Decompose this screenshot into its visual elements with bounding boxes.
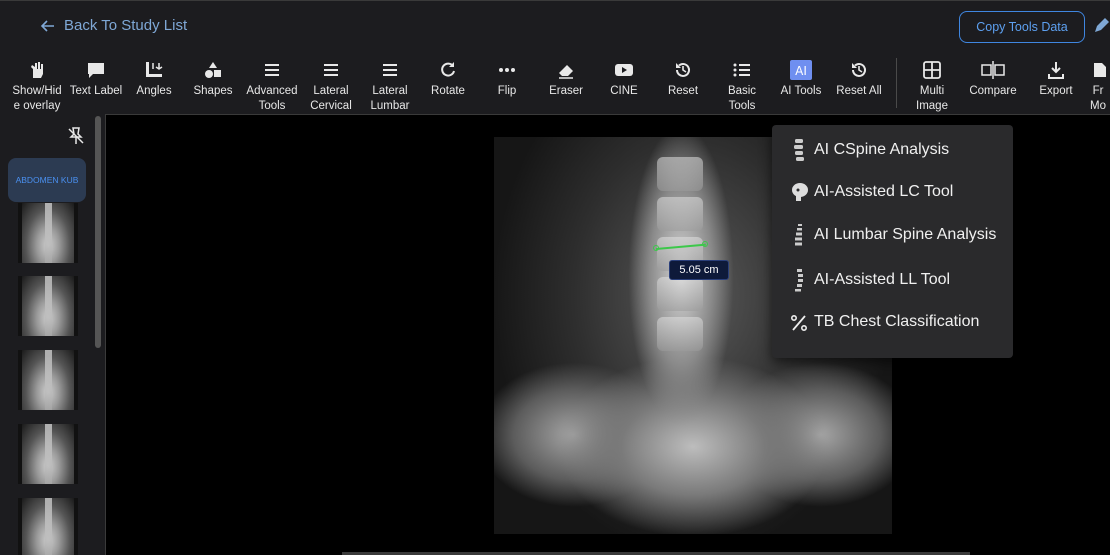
- tool-frame-mode[interactable]: Fr Mo: [1090, 52, 1110, 114]
- back-to-study-list-link[interactable]: Back To Study List: [40, 17, 187, 34]
- tool-label: Lateral Cervical: [310, 85, 352, 112]
- tool-label: Angles: [136, 85, 172, 97]
- grid-icon: [923, 61, 941, 79]
- menu-item-label: AI CSpine Analysis: [814, 141, 950, 158]
- tool-eraser[interactable]: Eraser: [540, 52, 592, 114]
- shapes-icon: [205, 62, 221, 78]
- menu-item-ai-lumbar-spine-analysis[interactable]: AI Lumbar Spine Analysis: [772, 217, 1013, 253]
- series-sidebar: ABDOMEN KUB: [0, 114, 105, 555]
- svg-text:AI: AI: [795, 64, 807, 78]
- thumbnail[interactable]: [18, 498, 78, 555]
- percent-icon: [790, 315, 808, 332]
- tool-ai-tools[interactable]: AI AI Tools: [774, 52, 828, 114]
- menu-item-label: AI Lumbar Spine Analysis: [814, 226, 997, 243]
- ai-tools-menu: AI CSpine Analysis AI-Assisted LC Tool A…: [772, 125, 1013, 358]
- tool-reset[interactable]: Reset: [658, 52, 708, 114]
- history-icon: [676, 62, 690, 77]
- tool-label: Basic Tools: [727, 85, 757, 112]
- menu-item-ai-assisted-ll-tool[interactable]: AI-Assisted LL Tool: [772, 262, 1013, 298]
- menu-item-tb-chest-classification[interactable]: TB Chest Classification: [772, 304, 1013, 340]
- cervical-spine-icon: [794, 139, 804, 161]
- rotate-icon: [441, 62, 455, 77]
- tool-label: CINE: [610, 85, 638, 97]
- measurement-handle[interactable]: [702, 241, 708, 247]
- tool-advanced-tools[interactable]: Advanced Tools: [242, 52, 302, 114]
- download-icon: [1048, 62, 1064, 79]
- list-icon: [733, 63, 750, 77]
- skull-icon: [792, 183, 808, 201]
- lumbar-spine-icon: [795, 224, 802, 246]
- menu-item-ai-cspine-analysis[interactable]: AI CSpine Analysis: [772, 132, 1013, 168]
- unpin-icon[interactable]: [66, 126, 86, 146]
- top-bar: Back To Study List Copy Tools Data: [0, 0, 1110, 52]
- tool-lateral-lumbar[interactable]: Lateral Lumbar: [362, 52, 418, 114]
- tool-label: Flip: [497, 85, 517, 97]
- tool-label: Show/Hid e overlay: [12, 85, 62, 112]
- compare-icon: [981, 61, 1005, 79]
- tool-flip[interactable]: Flip: [482, 52, 532, 114]
- copy-tools-data-button[interactable]: Copy Tools Data: [959, 11, 1085, 43]
- tool-label: Advanced Tools: [246, 85, 298, 112]
- eraser-icon: [559, 65, 573, 79]
- thumbnail[interactable]: [18, 424, 78, 484]
- ruler-icon: [146, 62, 163, 77]
- thumbnail[interactable]: [18, 276, 78, 336]
- tool-reset-all[interactable]: Reset All: [830, 52, 888, 114]
- tool-basic-tools[interactable]: Basic Tools: [718, 52, 766, 114]
- arrow-left-icon: [40, 19, 54, 32]
- menu-item-ai-assisted-lc-tool[interactable]: AI-Assisted LC Tool: [772, 174, 1013, 210]
- history-icon: [852, 62, 866, 77]
- menu-item-label: AI-Assisted LC Tool: [814, 183, 954, 200]
- toolbar: Show/Hid e overlay Text Label Angles Sha…: [0, 52, 1110, 114]
- thumbnail[interactable]: [18, 350, 78, 410]
- tool-shapes[interactable]: Shapes: [186, 52, 240, 114]
- tool-label: Multi Image: [916, 85, 948, 112]
- frame-icon: [1094, 63, 1106, 77]
- hand-icon: [31, 62, 43, 78]
- spine-icon: [795, 269, 803, 292]
- tool-lateral-cervical[interactable]: Lateral Cervical: [302, 52, 360, 114]
- tool-label: Shapes: [193, 85, 233, 97]
- tool-label: Reset All: [836, 85, 882, 97]
- tool-label: Text Label: [69, 85, 123, 97]
- tool-cine[interactable]: CINE: [600, 52, 648, 114]
- tool-label: Fr Mo: [1090, 85, 1106, 112]
- tool-label: Export: [1039, 85, 1073, 97]
- thumbnail[interactable]: [18, 203, 78, 263]
- play-icon: [615, 64, 633, 76]
- tool-export[interactable]: Export: [1030, 52, 1082, 114]
- menu-item-label: AI-Assisted LL Tool: [814, 271, 951, 288]
- tool-label: Rotate: [431, 85, 465, 97]
- toolbar-divider: [896, 58, 897, 108]
- tool-angles[interactable]: Angles: [128, 52, 180, 114]
- tool-rotate[interactable]: Rotate: [422, 52, 474, 114]
- ai-icon: AI: [790, 60, 812, 80]
- tool-label: Lateral Lumbar: [370, 85, 410, 112]
- menu-icon: [265, 64, 279, 76]
- measurement-handle[interactable]: [653, 245, 659, 251]
- menu-icon: [324, 64, 338, 76]
- tool-label: Eraser: [549, 85, 583, 97]
- tool-label: Reset: [667, 85, 699, 97]
- back-link-label: Back To Study List: [64, 17, 188, 34]
- tool-text-label[interactable]: Text Label: [66, 52, 126, 114]
- sidebar-scrollbar[interactable]: [95, 116, 101, 348]
- measurement-label: 5.05 cm: [669, 260, 729, 280]
- tool-multi-image[interactable]: Multi Image: [906, 52, 958, 114]
- menu-item-label: TB Chest Classification: [814, 313, 980, 330]
- dots-icon: [499, 68, 515, 72]
- pen-icon[interactable]: [1092, 17, 1110, 35]
- tool-label: Compare: [969, 85, 1017, 97]
- chat-bubble-icon: [88, 63, 104, 78]
- series-label[interactable]: ABDOMEN KUB: [8, 158, 86, 202]
- tool-show-hide-overlay[interactable]: Show/Hid e overlay: [8, 52, 66, 114]
- tool-compare[interactable]: Compare: [964, 52, 1022, 114]
- menu-icon: [383, 64, 397, 76]
- tool-label: AI Tools: [780, 85, 822, 97]
